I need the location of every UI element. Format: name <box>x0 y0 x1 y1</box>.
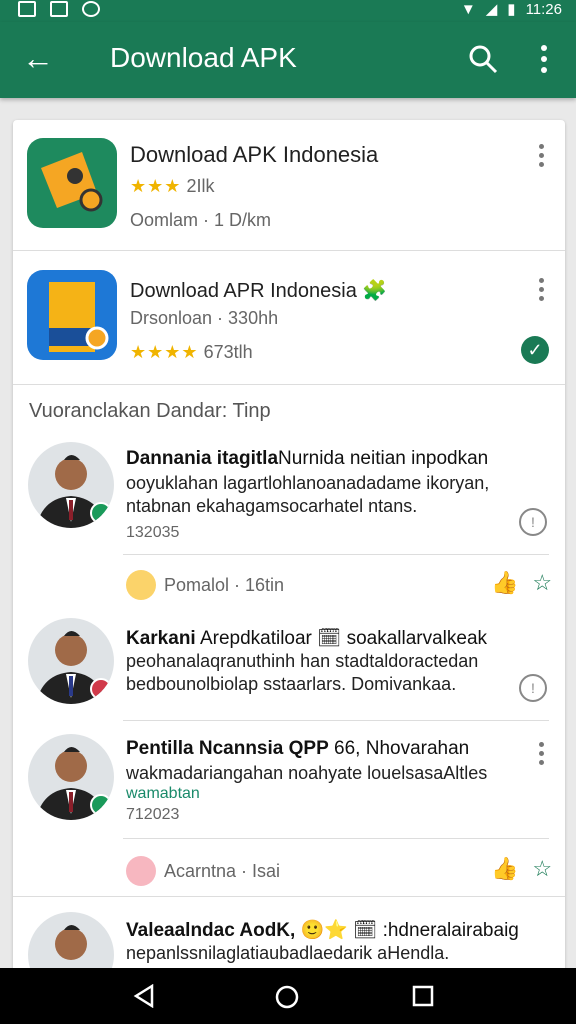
avatar[interactable] <box>28 442 114 528</box>
verified-badge <box>90 502 112 524</box>
review-link[interactable]: wamabtan <box>126 782 536 805</box>
image-icon <box>50 1 68 17</box>
app-meta: Drsonloan · 330hh <box>130 308 279 328</box>
signal-icon: ◢ <box>485 1 498 18</box>
avatar <box>126 570 156 600</box>
review-footer: Pomalol · 16tin <box>126 570 284 600</box>
clock: 11:26 <box>525 0 562 18</box>
thumbs-up-icon[interactable]: 👍 <box>491 856 518 882</box>
rating-count: 2Ilk <box>186 176 215 196</box>
badge-icon <box>90 678 112 700</box>
rating-count: 673tlh <box>203 342 253 362</box>
divider <box>123 554 549 555</box>
item-menu-icon[interactable] <box>536 278 546 302</box>
avatar <box>126 856 156 886</box>
app-logo-icon <box>27 270 117 360</box>
thumbs-up-icon[interactable]: 👍 <box>491 570 518 596</box>
star-outline-icon[interactable]: ☆ <box>532 856 552 882</box>
more-options-icon[interactable] <box>532 42 556 76</box>
rating-stars: ★★★★ <box>130 342 199 362</box>
divider <box>123 720 549 721</box>
installed-check-icon: ✓ <box>521 336 549 364</box>
emoji-icon: 🧩 <box>362 280 388 302</box>
footer-text: Pomalol · 16tin <box>164 574 285 595</box>
item-menu-icon[interactable] <box>536 144 546 168</box>
app-rating: ★★★★ 673tlh <box>130 342 253 363</box>
app-list-item[interactable]: Download APR Indonesia 🧩 Drsonloan · 330… <box>13 250 565 385</box>
nav-recents-icon[interactable] <box>412 985 434 1007</box>
review-date: 132035 <box>126 524 180 541</box>
review-title: Karkani Arepdkatiloar 🗓 soakallarvalkeak <box>126 628 488 649</box>
star-outline-icon[interactable]: ☆ <box>532 570 552 596</box>
review-body: nepanlssnilaglatiaubadlaedarik aHendla. <box>126 943 450 963</box>
battery-icon: ▮ <box>507 1 516 18</box>
app-name: Download APK Indonesia <box>130 142 379 167</box>
reaction-buttons: 👍 ☆ <box>491 570 552 596</box>
helpful-icon[interactable]: ! <box>519 674 547 702</box>
review-item: Karkani Arepdkatiloar 🗓 soakallarvalkeak… <box>13 618 565 728</box>
app-logo-icon <box>27 138 117 228</box>
back-arrow-icon[interactable]: ← <box>20 40 56 76</box>
content-card: Download APK Indonesia ★★★ 2Ilk Oomlam ·… <box>13 120 565 980</box>
review-title: Pentilla Ncannsia QPP 66, Nhovarahan <box>126 738 470 759</box>
app-meta: Oomlam · 1 D/km <box>130 210 272 230</box>
divider <box>13 896 565 897</box>
nav-back-icon[interactable] <box>132 984 156 1008</box>
system-nav-bar <box>0 968 576 1024</box>
footer-text: Acarntna · Isai <box>164 860 281 881</box>
review-date: 712023 <box>126 806 180 823</box>
app-list-item[interactable]: Download APK Indonesia ★★★ 2Ilk Oomlam ·… <box>13 120 565 251</box>
review-body: peohanalaqranuthinh han stadtaldoracteda… <box>126 651 479 694</box>
rating-stars: ★★★ <box>130 176 182 196</box>
app-rating: ★★★ 2Ilk <box>130 176 214 197</box>
reaction-buttons: 👍 ☆ <box>491 856 552 882</box>
divider <box>123 838 549 839</box>
avatar[interactable] <box>28 734 114 820</box>
search-icon[interactable] <box>468 44 498 74</box>
review-item: Pentilla Ncannsia QPP 66, Nhovarahan wak… <box>13 732 565 892</box>
wifi-icon: ▼ <box>460 0 476 18</box>
item-menu-icon[interactable] <box>536 742 546 766</box>
helpful-icon[interactable]: ! <box>519 508 547 536</box>
review-title: Dannania itagitlaNurnida neitian inpodka… <box>126 448 489 469</box>
review-footer: Acarntna · Isai <box>126 856 280 886</box>
page-title: Download APK <box>110 42 297 73</box>
nav-home-icon[interactable] <box>274 984 300 1010</box>
section-title: Vuoranclakan Dandar: Tinp <box>29 400 271 422</box>
face-icon <box>82 1 100 17</box>
app-toolbar: ← Download APK <box>0 22 576 98</box>
review-item: Dannania itagitlaNurnida neitian inpodka… <box>13 440 565 600</box>
status-bar: ▼ ◢ ▮ 11:26 <box>0 0 576 22</box>
review-title: Valeaalndac AodK, 🙂⭐ 🗓 :hdneralairabaig <box>126 920 519 941</box>
review-body: ooyuklahan lagartlohlanoanadadame ikorya… <box>126 473 490 516</box>
avatar[interactable] <box>28 618 114 704</box>
verified-badge <box>90 794 112 816</box>
notification-icon <box>18 1 36 17</box>
app-name: Download APR Indonesia 🧩 <box>130 280 388 302</box>
